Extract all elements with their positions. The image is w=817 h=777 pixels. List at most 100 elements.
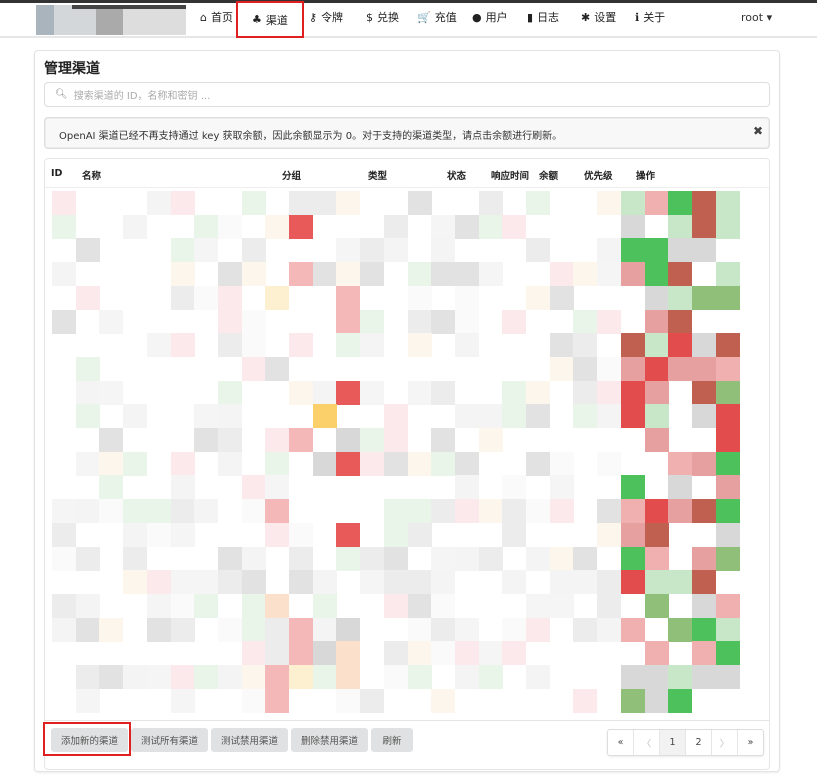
mosaic-cell [573, 570, 598, 595]
nav-item-2[interactable]: ⚷ 令牌 [309, 9, 343, 25]
mosaic-cell [526, 617, 550, 642]
mosaic-cell [312, 593, 337, 618]
mosaic-cell [217, 451, 242, 476]
close-icon[interactable]: ✖ [753, 124, 763, 138]
mosaic-cell [336, 688, 361, 713]
header-status[interactable]: 状态 [447, 168, 466, 182]
mosaic-cell [454, 617, 479, 642]
page-2-button[interactable]: 2 [686, 730, 712, 755]
mosaic-cell [502, 570, 527, 595]
mosaic-cell [644, 191, 669, 215]
mosaic-cell [502, 214, 527, 239]
nav-item-5[interactable]: ● 用户 [472, 9, 508, 25]
prev-page-button[interactable]: 〈 [634, 730, 660, 755]
nav-item-0[interactable]: ⌂ 首页 [200, 9, 233, 25]
header-type[interactable]: 类型 [368, 168, 387, 182]
nav-item-6[interactable]: ▮ 日志 [527, 9, 559, 25]
next-page-button[interactable]: 〉 [712, 730, 738, 755]
search-input[interactable]: 🔍︎ 搜索渠道的 ID，名称和密钥 ... [44, 82, 770, 107]
mosaic-cell [407, 665, 432, 689]
nav-item-8[interactable]: ℹ 关于 [635, 9, 665, 25]
top-nav [0, 3, 817, 38]
mosaic-cell [336, 546, 361, 571]
mosaic-cell [241, 641, 266, 666]
nav-item-4[interactable]: 🛒 充值 [417, 9, 457, 25]
mosaic-cell [360, 380, 385, 405]
mosaic-cell [265, 214, 290, 239]
mosaic-cell [170, 262, 195, 287]
mosaic-cell [75, 665, 100, 689]
first-page-button[interactable]: « [608, 730, 634, 755]
mosaic-cell [407, 309, 432, 334]
nav-item-3[interactable]: $ 兑换 [366, 9, 399, 25]
mosaic-cell [194, 214, 219, 239]
user-menu[interactable]: root ▾ [741, 11, 772, 24]
mosaic-cell [597, 309, 622, 334]
mosaic-cell [407, 333, 432, 358]
mosaic-cell [170, 617, 195, 642]
mosaic-cell [502, 641, 527, 666]
mosaic-cell [75, 285, 100, 310]
mosaic-cell [620, 404, 645, 429]
mosaic-cell [289, 428, 313, 452]
mosaic-cell [99, 665, 124, 689]
mosaic-cell [644, 546, 669, 571]
mosaic-cell [691, 214, 716, 239]
header-name[interactable]: 名称 [82, 168, 101, 182]
mosaic-cell [573, 380, 598, 405]
nav-label: 用户 [485, 11, 508, 24]
mosaic-cell [431, 546, 456, 571]
mosaic-cell [691, 665, 716, 689]
test-disabled-channels-button[interactable]: 测试禁用渠道 [211, 728, 288, 752]
mosaic-cell [644, 522, 669, 547]
test-all-channels-button[interactable]: 测试所有渠道 [131, 728, 208, 752]
mosaic-cell [715, 285, 740, 310]
mosaic-cell [597, 191, 622, 215]
mosaic-cell [336, 428, 361, 452]
mosaic-cell [336, 522, 361, 547]
mosaic-cell [549, 333, 574, 358]
refresh-button[interactable]: 刷新 [371, 728, 413, 752]
mosaic-cell [265, 522, 290, 547]
delete-disabled-channels-button[interactable]: 删除禁用渠道 [291, 728, 368, 752]
page-1-button[interactable]: 1 [660, 730, 686, 755]
mosaic-cell [170, 191, 195, 215]
mosaic-cell [454, 262, 479, 287]
mosaic-cell [431, 617, 456, 642]
mosaic-cell [336, 641, 361, 666]
mosaic-cell [312, 570, 337, 595]
mosaic-cell [265, 617, 290, 642]
logo[interactable] [36, 5, 186, 35]
mosaic-cell [312, 665, 337, 689]
mosaic-cell [217, 285, 242, 310]
nav-item-7[interactable]: ✱ 设置 [581, 9, 616, 25]
mosaic-cell [312, 451, 337, 476]
mosaic-cell [312, 380, 337, 405]
mosaic-cell [241, 238, 266, 263]
header-balance[interactable]: 余额 [539, 168, 558, 182]
book-icon: ▮ [527, 10, 534, 24]
search-icon: 🔍︎ [55, 89, 68, 100]
mosaic-cell [99, 499, 124, 524]
header-id[interactable]: ID [51, 168, 62, 179]
mosaic-cell [52, 546, 76, 571]
mosaic-cell [644, 262, 669, 287]
footer-divider [45, 720, 769, 721]
mosaic-cell [644, 428, 669, 452]
mosaic-cell [407, 380, 432, 405]
header-actions: 操作 [636, 171, 656, 182]
mosaic-cell [431, 641, 456, 666]
header-group[interactable]: 分组 [282, 168, 301, 182]
last-page-button[interactable]: » [738, 730, 763, 755]
mosaic-cell [620, 262, 645, 287]
mosaic-cell [597, 380, 622, 405]
mosaic-cell [123, 451, 148, 476]
mosaic-cell [99, 380, 124, 405]
header-response-time[interactable]: 响应时间 [491, 168, 529, 182]
header-priority[interactable]: 优先级 [584, 168, 613, 182]
mosaic-cell [644, 238, 669, 263]
mosaic-cell [502, 475, 527, 500]
nav-item-1[interactable]: ♣ 渠道 [236, 1, 304, 38]
mosaic-cell [99, 309, 124, 334]
mosaic-cell [241, 546, 266, 571]
